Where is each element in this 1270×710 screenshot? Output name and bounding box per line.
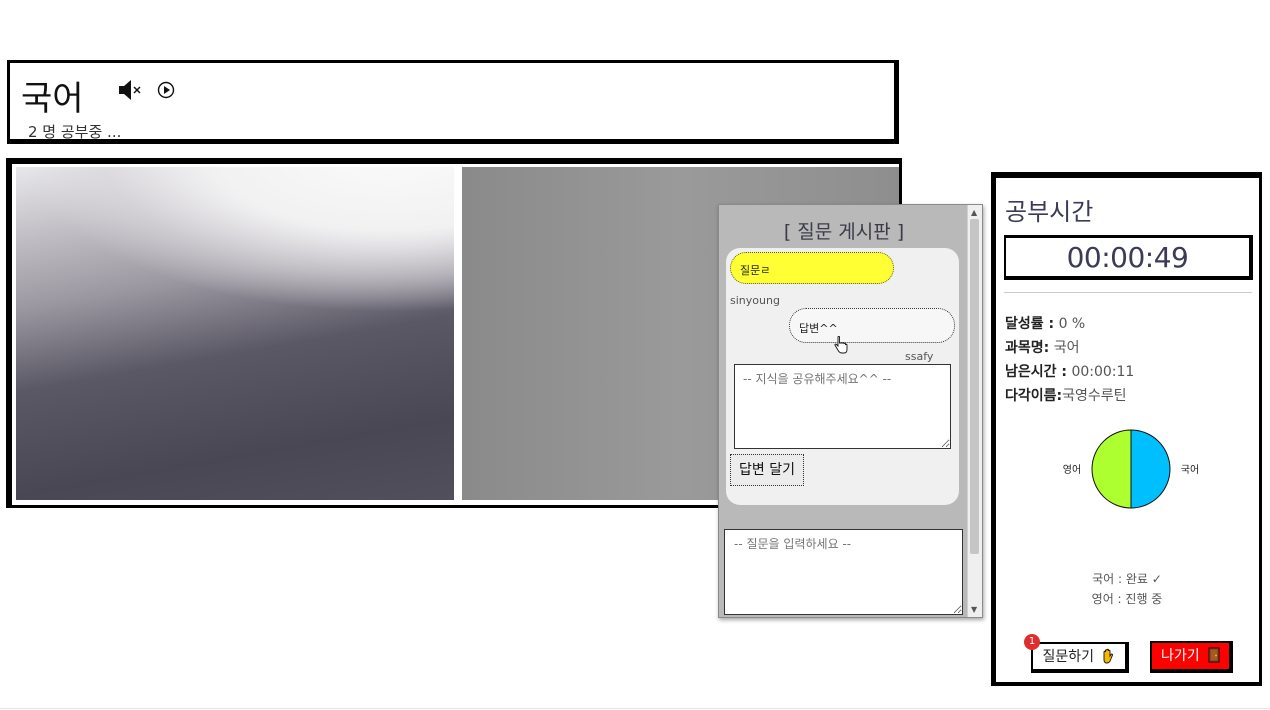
notification-badge: 1	[1024, 634, 1040, 650]
room-header: 국어 2 명 공부중 ...	[7, 60, 899, 144]
stat-achievement: 달성률 : 0 %	[1005, 313, 1085, 333]
scroll-thumb[interactable]	[970, 219, 979, 554]
door-icon	[1208, 647, 1220, 663]
status-line-1: 국어 : 완료 ✓	[1092, 572, 1162, 586]
pie-label-0: 국어	[1181, 464, 1199, 476]
play-circle-icon[interactable]	[156, 80, 176, 100]
stat-remaining-value: 00:00:11	[1067, 364, 1135, 380]
submit-answer-button[interactable]: 답변 달기	[730, 454, 804, 486]
panel-title: 공부시간	[1005, 198, 1094, 226]
stat-routine: 다각이름:국영수루틴	[1005, 385, 1127, 405]
stat-remaining: 남은시간 : 00:00:11	[1005, 361, 1134, 381]
stat-routine-label: 다각이름:	[1005, 388, 1063, 404]
stat-achievement-label: 달성률 :	[1005, 316, 1055, 332]
stat-subject-label: 과목명:	[1005, 340, 1050, 356]
speaker-muted-icon[interactable]	[118, 79, 142, 101]
answer-bubble[interactable]: 답변^^	[789, 308, 955, 343]
question-board-scrollbar[interactable]: ▲ ▼	[967, 205, 982, 617]
question-bubble[interactable]: 질문ㄹ	[730, 252, 894, 284]
video-stream-1	[16, 167, 454, 500]
pie-label-1: 영어	[1063, 464, 1081, 476]
answer-author: ssafy	[905, 350, 934, 363]
study-timer: 00:00:49	[1004, 235, 1253, 280]
study-time-panel: 공부시간 00:00:49 달성률 : 0 % 과목명: 국어 남은시간 : 0…	[991, 172, 1262, 686]
stat-routine-value: 국영수루틴	[1062, 388, 1127, 404]
page-bottom-border	[0, 708, 1270, 709]
pie-slice-0	[1130, 429, 1171, 509]
status-line-2: 영어 : 진행 중	[1091, 592, 1163, 606]
answer-text: 답변^^	[799, 322, 838, 335]
exit-label: 나가기	[1160, 648, 1200, 664]
raised-hand-icon	[1104, 648, 1114, 664]
pie-slice-1	[1091, 429, 1132, 509]
stat-subject-value: 국어	[1049, 340, 1080, 356]
room-title: 국어	[21, 79, 84, 119]
question-card: 질문ㄹ sinyoung 답변^^ ssafy 답변 달기	[726, 248, 959, 505]
question-board: [ 질문 게시판 ] ▲ ▼ 질문ㄹ sinyoung 답변^^ ssafy 답…	[718, 204, 983, 618]
question-board-title: [ 질문 게시판 ]	[783, 221, 905, 243]
question-text: 질문ㄹ	[740, 264, 771, 277]
scroll-up-icon[interactable]: ▲	[971, 208, 977, 217]
exit-button[interactable]: 나가기	[1150, 641, 1233, 673]
divider	[1004, 292, 1252, 293]
subject-pie-chart: 국어 영어	[1063, 429, 1199, 509]
stat-achievement-value: 0 %	[1054, 316, 1086, 332]
question-author: sinyoung	[730, 294, 780, 307]
question-input[interactable]	[724, 529, 963, 615]
scroll-down-icon[interactable]: ▼	[971, 605, 977, 614]
stat-remaining-label: 남은시간 :	[1005, 364, 1067, 380]
participant-count: 2 명 공부중 ...	[28, 123, 122, 141]
stat-subject: 과목명: 국어	[1005, 337, 1079, 357]
ask-question-label: 질문하기	[1042, 649, 1095, 665]
answer-input[interactable]	[734, 364, 951, 449]
hand-cursor-icon	[834, 336, 848, 354]
ask-question-button[interactable]: 질문하기	[1031, 642, 1129, 673]
